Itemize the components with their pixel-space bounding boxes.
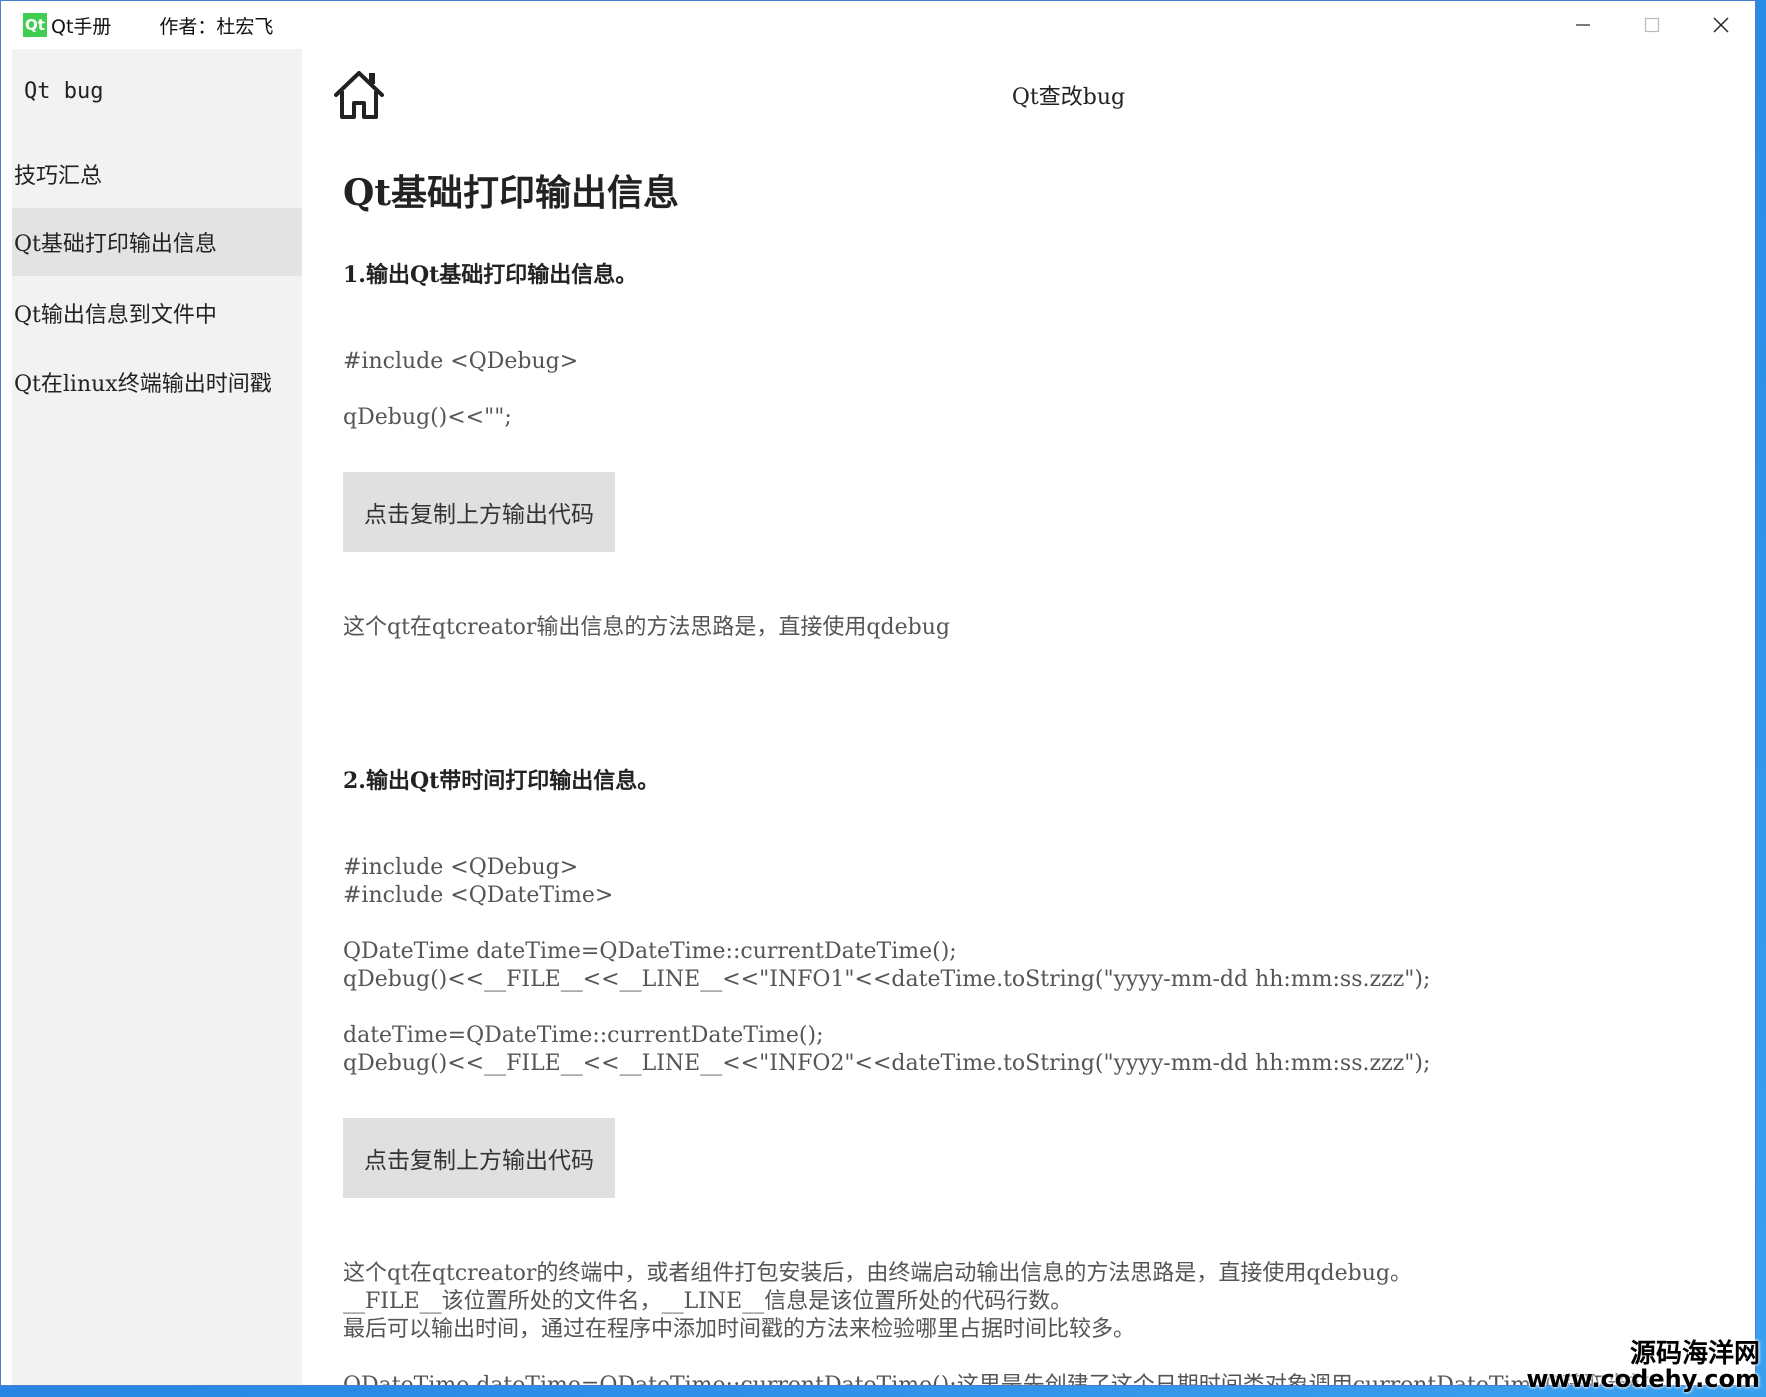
description-line: 最后可以输出时间，通过在程序中添加时间戳的方法来检验哪里占据时间比较多。 — [343, 1317, 1136, 1342]
sidebar-item-basic-print[interactable]: Qt基础打印输出信息 — [12, 208, 302, 276]
code-line: dateTime=QDateTime::currentDateTime(); — [343, 1023, 824, 1048]
doc-title: Qt基础打印输出信息 — [343, 172, 679, 214]
app-window: Qt Qt手册 作者：杜宏飞 Qt bug 技巧汇总 Qt基础打印输出信息 Qt… — [0, 0, 1756, 1386]
page-header-title: Qt查改bug — [1011, 85, 1126, 110]
sidebar-item-tips[interactable]: 技巧汇总 — [12, 140, 302, 208]
code-line: QDateTime dateTime=QDateTime::currentDat… — [343, 939, 957, 964]
code-line: #include <QDateTime> — [343, 883, 614, 908]
code-line: qDebug()<<__FILE__<<__LINE__<<"INFO1"<<d… — [343, 967, 1431, 992]
maximize-icon — [1644, 17, 1659, 33]
minimize-icon — [1575, 24, 1590, 26]
code-line: qDebug()<<""; — [343, 405, 512, 430]
code-line: #include <QDebug> — [343, 855, 579, 880]
minimize-button[interactable] — [1548, 1, 1617, 49]
watermark: 源码海洋网 www.codehy.com — [1526, 1341, 1760, 1391]
sidebar-item-label: 技巧汇总 — [14, 164, 103, 189]
sidebar-item-output-to-file[interactable]: Qt输出信息到文件中 — [12, 279, 302, 347]
watermark-url: www.codehy.com — [1526, 1365, 1760, 1393]
code-line: qDebug()<<__FILE__<<__LINE__<<"INFO2"<<d… — [343, 1051, 1431, 1076]
sidebar-item-label: Qt在linux终端输出时间戳 — [14, 372, 272, 397]
copy-code-button[interactable]: 点击复制上方输出代码 — [343, 1118, 615, 1198]
sidebar-header: Qt bug — [24, 79, 104, 104]
app-author: 作者：杜宏飞 — [159, 15, 274, 38]
code-line: #include <QDebug> — [343, 349, 579, 374]
sidebar: Qt bug 技巧汇总 Qt基础打印输出信息 Qt输出信息到文件中 Qt在lin… — [12, 49, 302, 1385]
section-2-heading: 2.输出Qt带时间打印输出信息。 — [343, 768, 660, 794]
window-controls — [1548, 1, 1755, 49]
sidebar-item-label: Qt输出信息到文件中 — [14, 303, 217, 328]
description-line: 这个qt在qtcreator输出信息的方法思路是，直接使用qdebug — [343, 615, 950, 640]
copy-code-button[interactable]: 点击复制上方输出代码 — [343, 472, 615, 552]
qt-logo-icon: Qt — [23, 13, 47, 37]
description-line: QDateTime dateTime=QDateTime::currentDat… — [343, 1373, 1650, 1386]
title-bar[interactable]: Qt Qt手册 作者：杜宏飞 — [1, 1, 1755, 49]
sidebar-item-label: Qt基础打印输出信息 — [14, 232, 217, 257]
section-1-heading: 1.输出Qt基础打印输出信息。 — [343, 262, 638, 288]
close-icon — [1713, 17, 1728, 33]
watermark-name: 源码海洋网 — [1629, 1339, 1760, 1369]
main-content: Qt查改bug Qt基础打印输出信息 1.输出Qt基础打印输出信息。 #incl… — [302, 49, 1755, 1385]
sidebar-item-linux-timestamp[interactable]: Qt在linux终端输出时间戳 — [12, 348, 302, 416]
maximize-button[interactable] — [1617, 1, 1686, 49]
app-title: Qt手册 — [51, 15, 112, 38]
close-button[interactable] — [1686, 1, 1755, 49]
